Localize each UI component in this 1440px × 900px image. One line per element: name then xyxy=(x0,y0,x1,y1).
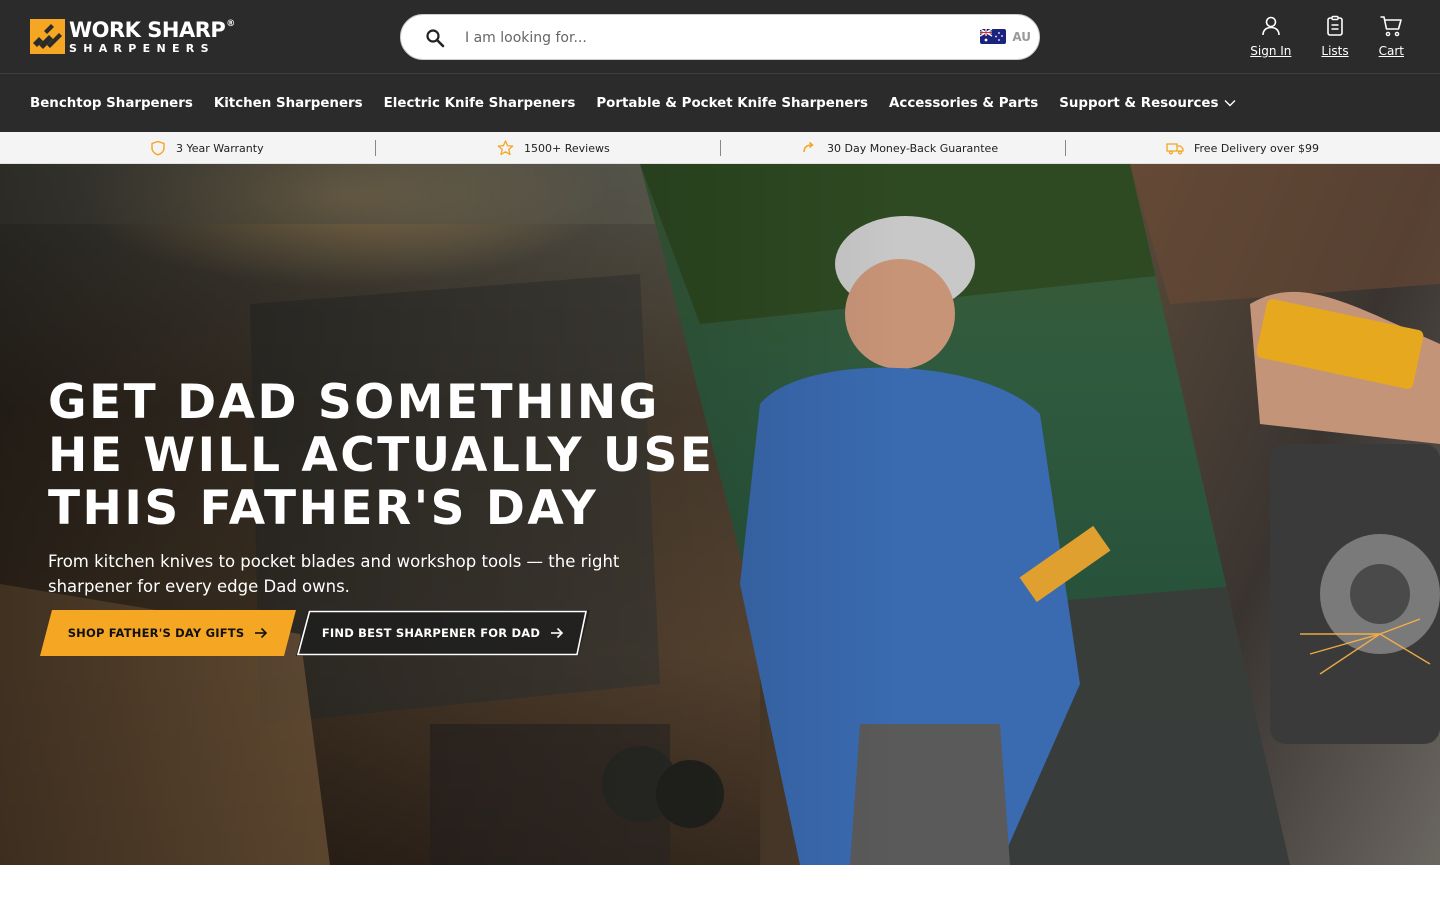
usp-divider xyxy=(375,140,376,156)
delivery-truck-icon xyxy=(1166,143,1184,155)
australia-flag-icon xyxy=(980,29,1007,44)
nav-item-accessories[interactable]: Accessories & Parts xyxy=(889,96,1038,111)
lists-link[interactable]: Lists xyxy=(1321,14,1349,58)
usp-delivery: Free Delivery over $99 xyxy=(1166,132,1319,164)
sign-in-label: Sign In xyxy=(1250,44,1292,58)
nav-item-support[interactable]: Support & Resources xyxy=(1059,96,1236,111)
nav-item-support-label: Support & Resources xyxy=(1059,95,1219,111)
usp-divider xyxy=(720,140,721,156)
hero-subtitle: From kitchen knives to pocket blades and… xyxy=(48,552,620,596)
usp-divider xyxy=(1065,140,1066,156)
sign-in-link[interactable]: Sign In xyxy=(1250,14,1291,58)
shop-fathers-day-button[interactable]: SHOP FATHER'S DAY GIFTS xyxy=(40,610,296,656)
brand-logo[interactable]: WORK SHARP® SHARPENERS xyxy=(30,19,235,54)
arrow-right-icon xyxy=(255,627,268,639)
logo-wordmark: WORK SHARP® xyxy=(69,17,235,42)
header-actions: Sign In Lists Cart xyxy=(1250,14,1404,58)
cart-label: Cart xyxy=(1378,44,1404,58)
search-input[interactable] xyxy=(465,23,965,53)
return-arrow-icon xyxy=(803,141,814,153)
user-icon xyxy=(1262,16,1280,36)
chevron-down-icon xyxy=(1224,100,1236,107)
find-best-sharpener-button[interactable]: FIND BEST SHARPENER FOR DAD xyxy=(296,610,590,656)
usp-bar: 3 Year Warranty 1500+ Reviews 30 Day Mon… xyxy=(0,132,1440,164)
search-icon[interactable] xyxy=(425,28,445,48)
search-bar[interactable]: AU xyxy=(400,14,1040,60)
nav-item-electric[interactable]: Electric Knife Sharpeners xyxy=(384,96,576,111)
clipboard-icon xyxy=(1327,15,1343,36)
logo-mark-icon xyxy=(30,19,65,54)
usp-guarantee: 30 Day Money-Back Guarantee xyxy=(801,132,998,164)
region-code: AU xyxy=(1012,29,1031,44)
nav-item-kitchen[interactable]: Kitchen Sharpeners xyxy=(214,96,363,111)
cart-icon xyxy=(1380,16,1403,37)
shield-icon xyxy=(151,140,165,156)
region-selector[interactable]: AU xyxy=(980,29,1031,44)
cart-link[interactable]: Cart xyxy=(1379,14,1404,58)
usp-reviews: 1500+ Reviews xyxy=(497,132,610,164)
hero-title: GET DAD SOMETHING HE WILL ACTUALLY USE T… xyxy=(48,375,715,536)
arrow-right-icon xyxy=(551,627,564,639)
site-header: WORK SHARP® SHARPENERS I am looking for.… xyxy=(0,0,1440,74)
hero-banner: GET DAD SOMETHING HE WILL ACTUALLY USE T… xyxy=(0,164,1440,865)
nav-item-benchtop[interactable]: Benchtop Sharpeners xyxy=(30,96,193,111)
lists-label: Lists xyxy=(1321,44,1349,58)
main-nav: Benchtop Sharpeners Kitchen Sharpeners E… xyxy=(0,74,1440,132)
star-icon xyxy=(497,140,514,156)
logo-subline: SHARPENERS xyxy=(69,41,215,55)
nav-item-portable[interactable]: Portable & Pocket Knife Sharpeners xyxy=(596,96,868,111)
usp-warranty: 3 Year Warranty xyxy=(150,132,264,164)
